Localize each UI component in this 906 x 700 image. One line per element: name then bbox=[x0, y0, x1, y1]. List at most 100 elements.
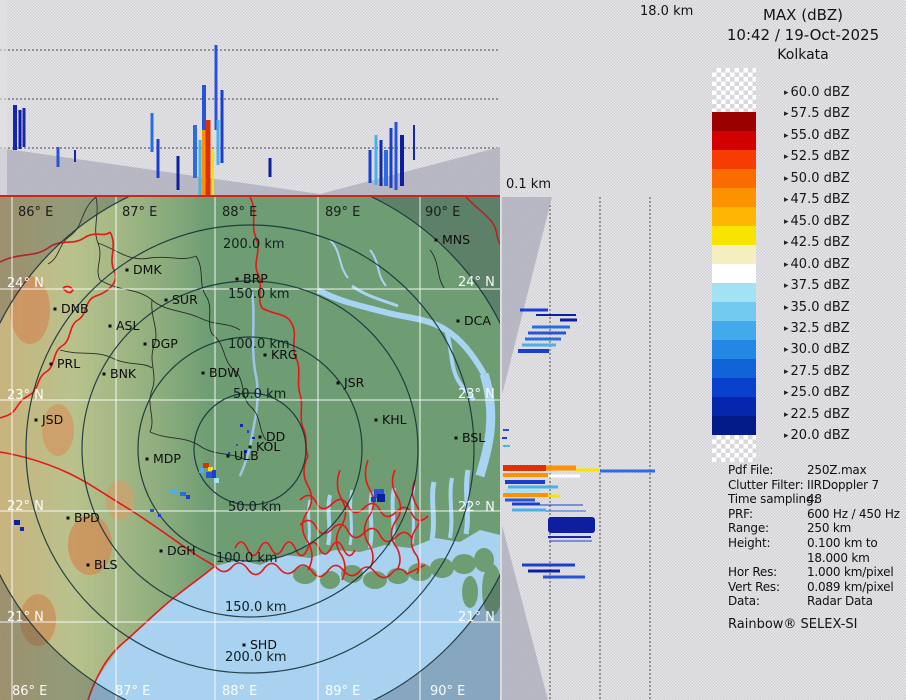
right-cross-section-panel bbox=[502, 197, 700, 700]
city-label: KOL bbox=[256, 439, 280, 454]
city-label: DGH bbox=[167, 543, 196, 558]
colorbar-band bbox=[712, 302, 756, 321]
dbz-threshold-label: ▸ 55.0 dBZ bbox=[784, 127, 850, 143]
product-info-table: Pdf File: 250Z.max Clutter Filter: IIRDoppl… bbox=[728, 463, 904, 609]
colorbar-band bbox=[712, 264, 756, 283]
city-label: BDW bbox=[209, 365, 240, 380]
threshold-arrow-icon: ▸ bbox=[784, 130, 789, 141]
info-row: PRF: 600 Hz / 450 Hz bbox=[728, 507, 904, 522]
city-dot bbox=[336, 381, 340, 385]
info-row: Clutter Filter: IIRDoppler 7 bbox=[728, 478, 904, 493]
dbz-threshold-label: ▸ 60.0 dBZ bbox=[784, 85, 850, 100]
city-dot bbox=[34, 418, 38, 422]
threshold-arrow-icon: ▸ bbox=[784, 302, 789, 313]
city-dot bbox=[456, 319, 460, 323]
threshold-arrow-icon: ▸ bbox=[784, 431, 789, 442]
info-row: Pdf File: 250Z.max bbox=[728, 463, 904, 478]
info-label: Hor Res: bbox=[728, 565, 777, 580]
info-label: Clutter Filter: bbox=[728, 477, 804, 492]
site-name: Kolkata bbox=[777, 47, 829, 63]
colorbar-band bbox=[712, 150, 756, 169]
latitude-label: 24° N bbox=[7, 276, 44, 291]
info-label: Data: bbox=[728, 594, 760, 609]
longitude-label: 87° E bbox=[122, 205, 157, 220]
colorbar-band bbox=[712, 340, 756, 359]
colorbar-checker bbox=[712, 435, 756, 462]
info-label: Time sampling: bbox=[728, 492, 818, 507]
city-label: DNB bbox=[61, 301, 89, 316]
longitude-label: 90° E bbox=[425, 205, 460, 220]
longitude-label: 89° E bbox=[325, 684, 360, 699]
range-ring-label: 150.0 km bbox=[225, 600, 287, 615]
info-value: 1.000 km/pixel bbox=[807, 565, 894, 580]
latitude-label: 24° N bbox=[458, 275, 495, 290]
dbz-colorbar bbox=[712, 68, 756, 462]
info-label bbox=[728, 551, 807, 566]
radar-map: DMKDNBSURASLDGPPRLBNKJSDMDPBPDBLSDGHSHDB… bbox=[0, 197, 500, 700]
dbz-threshold-label: ▸ 27.5 dBZ bbox=[784, 363, 850, 379]
threshold-arrow-icon: ▸ bbox=[784, 281, 789, 292]
info-row: Hor Res: 1.000 km/pixel bbox=[728, 565, 904, 580]
city-dot bbox=[242, 643, 246, 647]
city-label: BLS bbox=[94, 557, 118, 572]
threshold-arrow-icon: ▸ bbox=[784, 409, 789, 420]
city-dot bbox=[125, 268, 129, 272]
dbz-threshold-label: ▸ 35.0 dBZ bbox=[784, 299, 850, 315]
info-value: 0.089 km/pixel bbox=[807, 579, 894, 594]
info-label: Vert Res: bbox=[728, 579, 780, 594]
info-value: 48 bbox=[807, 492, 822, 507]
colorbar-band bbox=[712, 378, 756, 397]
colorbar-band bbox=[712, 359, 756, 378]
colorbar-band bbox=[712, 397, 756, 416]
range-ring-label: 50.0 km bbox=[233, 387, 286, 402]
city-label: JSD bbox=[41, 412, 63, 427]
threshold-arrow-icon: ▸ bbox=[784, 88, 789, 98]
colorbar-band bbox=[712, 188, 756, 207]
info-row: Range: 250 km bbox=[728, 521, 904, 536]
range-ring-label: 100.0 km bbox=[216, 551, 278, 566]
latitude-label: 21° N bbox=[7, 610, 44, 625]
right-cross-section-plot bbox=[502, 197, 655, 700]
dbz-threshold-label: ▸ 37.5 dBZ bbox=[784, 278, 850, 294]
colorbar-band bbox=[712, 207, 756, 226]
threshold-arrow-icon: ▸ bbox=[784, 216, 789, 227]
city-label: ASL bbox=[116, 318, 139, 333]
info-label: PRF: bbox=[728, 506, 753, 521]
range-ring-label: 100.0 km bbox=[228, 337, 290, 352]
city-dot bbox=[454, 436, 458, 440]
city-label: KHL bbox=[382, 412, 407, 427]
colorbar-band bbox=[712, 169, 756, 188]
info-value: 250Z.max bbox=[807, 463, 867, 477]
product-datetime: 10:42 / 19-Oct-2025 bbox=[726, 26, 880, 44]
city-dot bbox=[143, 342, 147, 346]
dbz-threshold-label: ▸ 50.0 dBZ bbox=[784, 170, 850, 186]
latitude-label: 23° N bbox=[458, 387, 495, 402]
beam-blockage-wedge bbox=[502, 525, 548, 700]
city-dot bbox=[263, 353, 267, 357]
top-cross-section-panel bbox=[0, 0, 500, 197]
dbz-threshold-label: ▸ 30.0 dBZ bbox=[784, 342, 850, 358]
info-value: 600 Hz / 450 Hz bbox=[807, 506, 900, 521]
longitude-label: 89° E bbox=[325, 205, 360, 220]
range-ring-label: 200.0 km bbox=[223, 237, 285, 252]
dbz-threshold-label: ▸ 40.0 dBZ bbox=[784, 256, 850, 272]
dbz-threshold-label: ▸ 20.0 dBZ bbox=[784, 428, 850, 444]
city-label: BSL bbox=[462, 430, 485, 445]
city-label: JSR bbox=[343, 375, 365, 390]
range-ring-label: 150.0 km bbox=[228, 287, 290, 302]
city-label: DCA bbox=[464, 313, 491, 328]
city-label: BPD bbox=[74, 510, 100, 525]
info-row: Time sampling: 48 bbox=[728, 492, 904, 507]
city-label: ULB bbox=[234, 448, 259, 463]
dbz-threshold-label: ▸ 57.5 dBZ bbox=[784, 106, 850, 122]
longitude-label: 86° E bbox=[12, 684, 47, 699]
min-height-label: 0.1 km bbox=[506, 177, 551, 192]
city-label: BRP bbox=[243, 271, 268, 286]
longitude-label: 90° E bbox=[430, 684, 465, 699]
colorbar-band bbox=[712, 283, 756, 302]
dbz-threshold-label: ▸ 47.5 dBZ bbox=[784, 192, 850, 208]
threshold-arrow-icon: ▸ bbox=[784, 323, 789, 334]
city-label: PRL bbox=[57, 356, 80, 371]
city-label: MNS bbox=[442, 232, 470, 247]
latitude-label: 23° N bbox=[7, 388, 44, 403]
